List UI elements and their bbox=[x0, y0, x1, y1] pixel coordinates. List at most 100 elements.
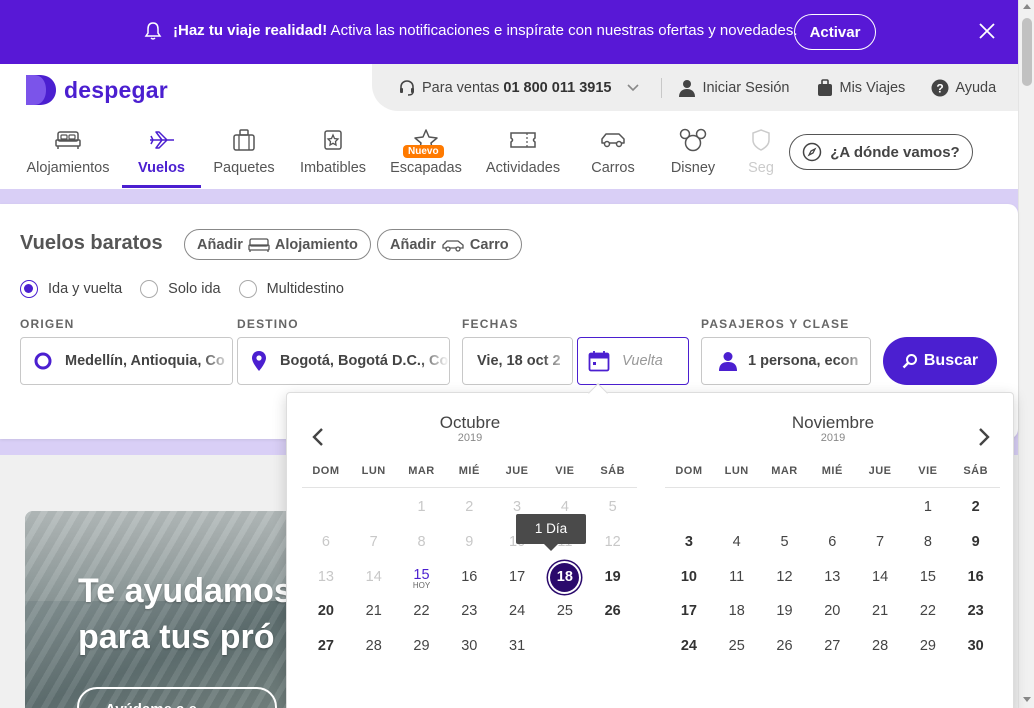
add-hotel-button[interactable]: Añadir Alojamiento bbox=[184, 229, 371, 260]
radio-button[interactable] bbox=[140, 280, 159, 298]
calendar-day[interactable]: 6 bbox=[808, 526, 856, 561]
promo-banner[interactable]: Te ayudamos para tus pró Ayúdame a e bbox=[25, 511, 325, 708]
origin-field[interactable]: Medellín, Antioquia, Co bbox=[20, 337, 233, 385]
scroll-down-arrow[interactable] bbox=[1023, 697, 1031, 702]
weekday-label: MIÉ bbox=[821, 465, 843, 477]
calendar-day[interactable]: 1 bbox=[904, 491, 952, 526]
calendar-day[interactable]: 13 bbox=[808, 561, 856, 596]
add-car-button[interactable]: Añadir Carro bbox=[377, 229, 522, 260]
calendar-day[interactable]: 23 bbox=[952, 595, 1000, 630]
calendar-day[interactable]: 16 bbox=[445, 561, 493, 596]
calendar-day[interactable]: 25 bbox=[713, 630, 761, 665]
calendar-day[interactable]: 7 bbox=[856, 526, 904, 561]
calendar-day[interactable]: 11 bbox=[713, 561, 761, 596]
radio-multi-city[interactable]: Multidestino bbox=[238, 280, 344, 298]
tab-disney[interactable]: Disney bbox=[664, 124, 722, 188]
calendar-day[interactable]: 16 bbox=[952, 561, 1000, 596]
search-button[interactable]: Buscar bbox=[883, 337, 997, 385]
tab-carros[interactable]: Carros bbox=[582, 124, 644, 188]
calendar-day[interactable]: 20 bbox=[808, 595, 856, 630]
close-icon[interactable] bbox=[977, 21, 997, 46]
activate-notifications-button[interactable]: Activar bbox=[794, 14, 876, 50]
calendar-day[interactable]: 25 bbox=[541, 595, 589, 630]
tab-seguros[interactable]: Seg bbox=[744, 124, 778, 188]
calendar-day[interactable]: 15 HOY bbox=[398, 561, 446, 596]
calendar-day[interactable]: 27 bbox=[302, 630, 350, 665]
calendar-day[interactable]: 21 bbox=[856, 595, 904, 630]
calendar-day[interactable]: 22 bbox=[904, 595, 952, 630]
radio-button[interactable] bbox=[238, 280, 257, 298]
calendar-day[interactable]: 29 bbox=[904, 630, 952, 665]
page-scrollbar[interactable] bbox=[1018, 0, 1034, 708]
bell-icon bbox=[144, 21, 162, 46]
calendar-day[interactable]: 30 bbox=[445, 630, 493, 665]
tab-paquetes[interactable]: Paquetes bbox=[210, 124, 278, 188]
return-date-field[interactable]: Vuelta bbox=[577, 337, 689, 385]
calendar-day[interactable]: 21 bbox=[350, 595, 398, 630]
calendar-day[interactable]: 18 bbox=[541, 561, 589, 596]
calendar-day[interactable]: 24 bbox=[665, 630, 713, 665]
scroll-up-arrow[interactable] bbox=[1023, 4, 1031, 9]
calendar-day: 14 bbox=[365, 568, 382, 585]
add-hotel-prefix: Añadir bbox=[197, 236, 243, 253]
add-hotel-label: Alojamiento bbox=[274, 236, 358, 253]
chevron-down-icon[interactable] bbox=[627, 83, 640, 92]
month-name: Noviembre bbox=[791, 413, 875, 432]
login-link[interactable]: Iniciar Sesión bbox=[678, 79, 790, 97]
calendar-day[interactable]: 8 bbox=[904, 526, 952, 561]
help-link[interactable]: ? Ayuda bbox=[931, 79, 996, 97]
calendar-day[interactable]: 19 bbox=[761, 595, 809, 630]
dates-label: FECHAS bbox=[462, 317, 519, 331]
calendar-day[interactable]: 26 bbox=[761, 630, 809, 665]
tab-label: Escapadas bbox=[390, 160, 462, 176]
tab-alojamientos[interactable]: Alojamientos bbox=[24, 124, 112, 188]
sales-phone[interactable]: Para ventas 01 800 011 3915 bbox=[398, 79, 645, 97]
calendar-day[interactable]: 4 bbox=[713, 526, 761, 561]
calendar-day[interactable]: 5 bbox=[761, 526, 809, 561]
calendar-day[interactable]: 27 bbox=[808, 630, 856, 665]
depart-date-field[interactable]: Vie, 18 oct 2 bbox=[462, 337, 573, 385]
calendar-day[interactable]: 19 bbox=[589, 561, 637, 596]
weekday-label: VIE bbox=[555, 465, 575, 477]
my-trips-link[interactable]: Mis Viajes bbox=[816, 78, 905, 97]
calendar-day[interactable]: 30 bbox=[952, 630, 1000, 665]
tab-escapadas[interactable]: Nuevo Escapadas bbox=[386, 124, 466, 188]
calendar-day[interactable]: 17 bbox=[665, 595, 713, 630]
calendar-day[interactable]: 12 bbox=[761, 561, 809, 596]
calendar-day[interactable]: 23 bbox=[445, 595, 493, 630]
radio-one-way[interactable]: Solo ida bbox=[140, 280, 221, 298]
calendar-day[interactable]: 2 bbox=[952, 491, 1000, 526]
calendar-day[interactable]: 10 bbox=[665, 561, 713, 596]
promo-button[interactable]: Ayúdame a e bbox=[77, 687, 277, 708]
calendar-day[interactable]: 20 bbox=[302, 595, 350, 630]
radio-button[interactable] bbox=[20, 280, 38, 298]
calendar-day[interactable]: 3 bbox=[665, 526, 713, 561]
calendar-empty-cell bbox=[808, 491, 856, 526]
brand-logo[interactable]: despegar bbox=[24, 74, 168, 106]
scrollbar-thumb[interactable] bbox=[1022, 18, 1032, 86]
calendar-day[interactable]: 31 bbox=[493, 630, 541, 665]
destination-field[interactable]: Bogotá, Bogotá D.C., Co bbox=[237, 337, 450, 385]
tab-vuelos[interactable]: Vuelos bbox=[122, 124, 201, 188]
calendar-day[interactable]: 28 bbox=[350, 630, 398, 665]
date-picker-popup: Octubre 2019 Noviembre 2019 DOM LUN MAR MIÉ… bbox=[286, 383, 1014, 708]
calendar-day[interactable]: 28 bbox=[856, 630, 904, 665]
calendar-day[interactable]: 26 bbox=[589, 595, 637, 630]
calendar-day[interactable]: 15 bbox=[904, 561, 952, 596]
month-year: 2019 bbox=[457, 432, 483, 444]
passengers-field[interactable]: 1 persona, econ bbox=[701, 337, 871, 385]
calendar-day[interactable]: 29 bbox=[398, 630, 446, 665]
calendar-day[interactable]: 14 bbox=[856, 561, 904, 596]
tab-actividades[interactable]: Actividades bbox=[480, 124, 566, 188]
tab-imbatibles[interactable]: Imbatibles bbox=[296, 124, 370, 188]
headset-icon bbox=[400, 79, 414, 96]
weekday-label: JUE bbox=[868, 465, 892, 477]
radio-round-trip[interactable]: Ida y vuelta bbox=[20, 280, 122, 298]
calendar-day[interactable]: 24 bbox=[493, 595, 541, 630]
calendar-day[interactable]: 9 bbox=[952, 526, 1000, 561]
where-to-go-button[interactable]: ¿A dónde vamos? bbox=[789, 134, 973, 170]
calendar-day[interactable]: 17 bbox=[493, 561, 541, 596]
calendar-day[interactable]: 22 bbox=[398, 595, 446, 630]
calendar-day[interactable]: 18 bbox=[713, 595, 761, 630]
calendar-empty-cell bbox=[350, 491, 398, 526]
